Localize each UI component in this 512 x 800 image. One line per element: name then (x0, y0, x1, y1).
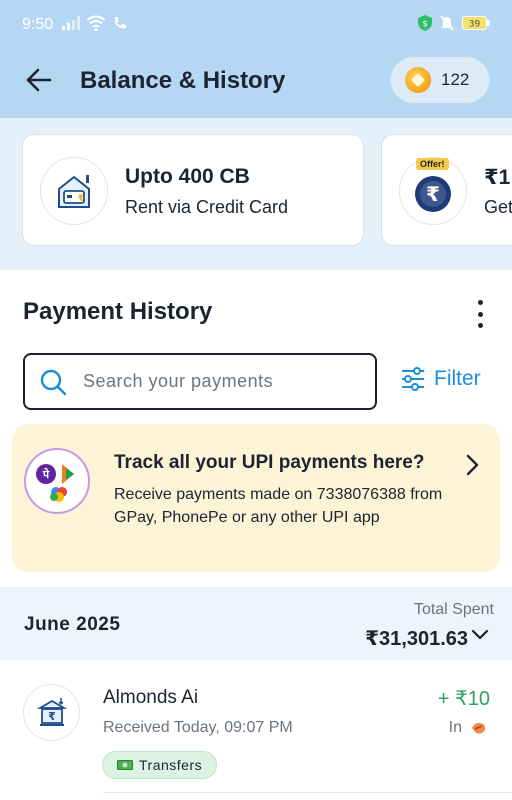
svg-text:₹: ₹ (48, 710, 56, 723)
more-dot-icon (477, 300, 483, 305)
app-header: Balance & History 122 (0, 52, 512, 118)
svg-text:₹: ₹ (426, 182, 440, 206)
bank-building-icon: ₹ (23, 684, 80, 741)
house-card-icon: ₹ (40, 157, 108, 225)
section-title: Payment History (23, 298, 213, 325)
offer-subtitle: Rent via Credit Card (125, 197, 289, 217)
transaction-meta: Received Today, 09:07 PM (103, 719, 293, 736)
bank-logo-icon (472, 722, 486, 734)
upi-banner-title: Track all your UPI payments here? (114, 452, 425, 473)
offer-card[interactable]: ₹ Offer! ₹1 Get (381, 134, 512, 246)
signal-icon (62, 16, 80, 30)
offer-title: Upto 400 CB (125, 165, 250, 188)
arrow-left-icon (26, 68, 52, 92)
offer-title: ₹1 (484, 166, 511, 189)
mute-icon (440, 15, 454, 31)
wifi-calling-icon (115, 17, 126, 29)
search-icon (40, 369, 67, 395)
filter-sliders-icon (402, 367, 424, 391)
month-label: June 2025 (24, 614, 121, 635)
category-label: Transfers (139, 757, 203, 773)
status-icons-left (62, 15, 128, 31)
shield-icon: $ (418, 15, 432, 31)
row-divider (103, 792, 512, 793)
chevron-down-icon[interactable] (471, 628, 489, 642)
upi-apps-icon: पे (24, 448, 90, 514)
transaction-row[interactable]: ₹ Almonds Ai Received Today, 09:07 PM Tr… (0, 662, 512, 800)
battery-level: 39 (469, 20, 481, 30)
offers-carousel[interactable]: ₹ Upto 400 CB Rent via Credit Card ₹ Off… (0, 118, 512, 270)
coins-count: 122 (441, 70, 470, 89)
svg-text:पे: पे (42, 467, 50, 481)
total-spent-label: Total Spent (413, 601, 494, 618)
transaction-name: Almonds Ai (103, 687, 199, 708)
more-dot-icon (477, 311, 483, 317)
svg-text:$: $ (422, 19, 427, 28)
status-time: 9:50 (22, 16, 54, 33)
filter-label: Filter (434, 367, 481, 390)
offer-card[interactable]: ₹ Upto 400 CB Rent via Credit Card (22, 134, 364, 246)
upi-banner-text: Receive payments made on 7338076388 from… (114, 486, 443, 526)
cash-icon (117, 760, 133, 770)
more-dot-icon (477, 323, 483, 328)
offer-subtitle: Get (484, 197, 512, 217)
transaction-direction: In (448, 719, 462, 736)
battery-icon: 39 (462, 16, 490, 30)
status-icons-right: $ 39 (418, 15, 490, 31)
upi-tracking-banner[interactable]: पे Track all your UPI payments here? Rec… (12, 424, 500, 572)
search-placeholder: Search your payments (83, 371, 274, 391)
offer-tag: Offer! (416, 158, 449, 170)
category-chip[interactable]: Transfers (102, 751, 218, 779)
coin-icon (405, 67, 431, 93)
month-summary[interactable]: June 2025 Total Spent ₹31,301.63 (0, 587, 512, 660)
back-button[interactable] (24, 64, 56, 96)
svg-text:₹: ₹ (78, 194, 84, 204)
rupee-offer-icon: ₹ Offer! (399, 157, 467, 225)
coins-balance-button[interactable]: 122 (390, 56, 490, 104)
page-title: Balance & History (80, 67, 286, 94)
transaction-amount: + ₹10 (437, 688, 490, 710)
chevron-right-icon (466, 454, 479, 476)
filter-button[interactable]: Filter (400, 366, 481, 392)
wifi-icon (86, 15, 106, 31)
search-input[interactable]: Search your payments (23, 353, 377, 410)
total-spent-amount: ₹31,301.63 (365, 628, 468, 650)
status-bar: 9:50 $ 39 (0, 0, 512, 52)
more-options-button[interactable] (468, 296, 492, 332)
